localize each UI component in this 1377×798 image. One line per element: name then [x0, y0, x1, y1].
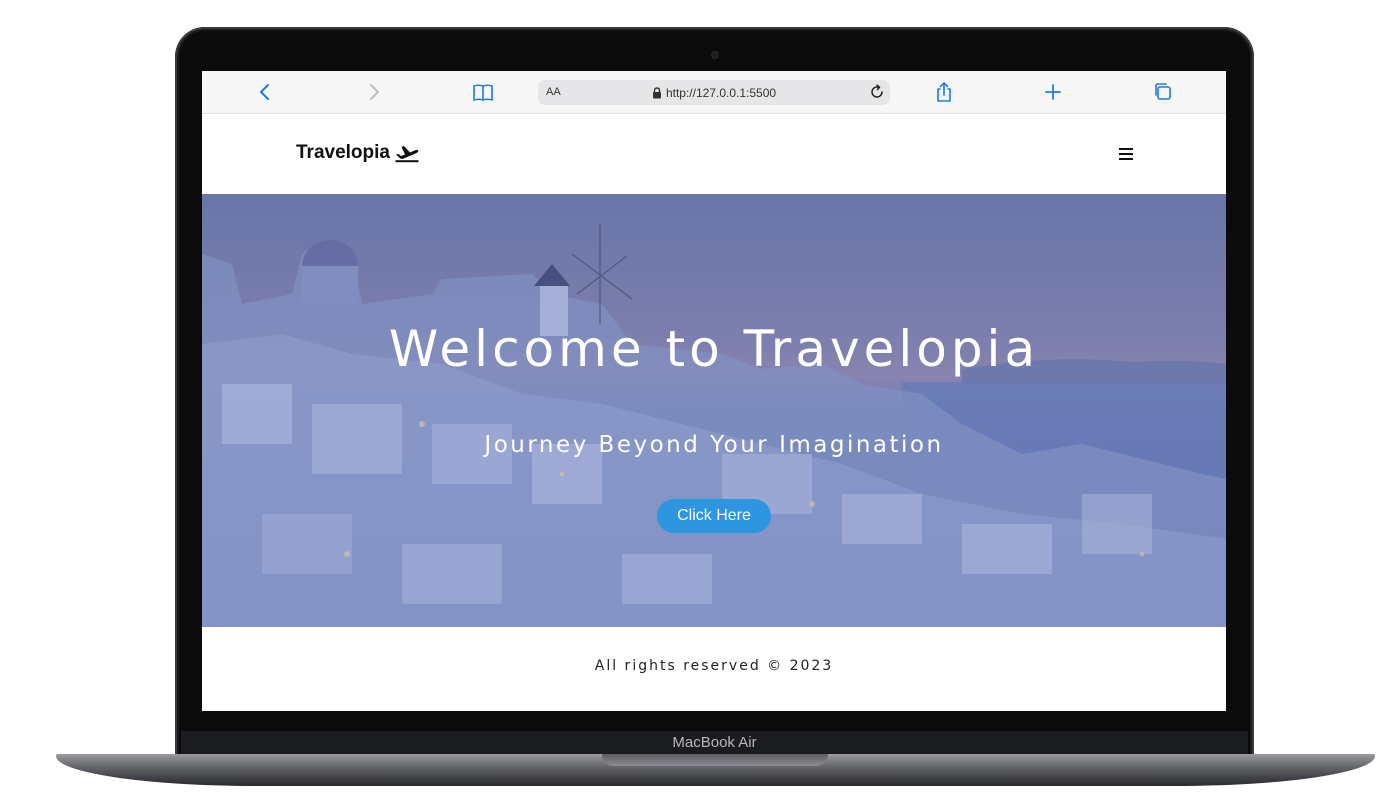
- stage: MacBook Air AA http://127.0.0.1:5500 Tra…: [0, 0, 1377, 798]
- laptop-notch: [602, 754, 828, 766]
- address-bar[interactable]: AA http://127.0.0.1:5500: [538, 80, 890, 105]
- tabs-icon: [1155, 83, 1171, 100]
- tabs-overview-button[interactable]: [1151, 80, 1175, 104]
- laptop-screen: AA http://127.0.0.1:5500 Travelopia Welc…: [202, 71, 1226, 711]
- share-icon: [937, 82, 951, 102]
- hamburger-menu-icon[interactable]: [1116, 144, 1136, 164]
- back-button[interactable]: [253, 80, 277, 104]
- forward-button[interactable]: [362, 80, 386, 104]
- chevron-right-icon: [370, 84, 379, 100]
- hero-subtitle: Journey Beyond Your Imagination: [484, 432, 944, 458]
- browser-toolbar: AA http://127.0.0.1:5500: [202, 71, 1226, 114]
- book-icon: [473, 84, 493, 101]
- new-tab-button[interactable]: [1041, 80, 1065, 104]
- click-here-button[interactable]: Click Here: [657, 499, 771, 533]
- plane-departure-icon: [395, 146, 419, 163]
- bookmarks-button[interactable]: [471, 80, 495, 104]
- hero-title: Welcome to Travelopia: [388, 320, 1040, 378]
- share-button[interactable]: [932, 80, 956, 104]
- hero-section: Welcome to Travelopia Journey Beyond You…: [202, 194, 1226, 627]
- url-text: http://127.0.0.1:5500: [665, 85, 777, 100]
- site-footer: All rights reserved © 2023: [202, 627, 1226, 711]
- footer-copyright: All rights reserved © 2023: [594, 658, 834, 674]
- hero-overlay: [202, 194, 1226, 627]
- brand-name: Travelopia: [296, 142, 390, 163]
- url-container: http://127.0.0.1:5500: [538, 80, 890, 105]
- site-navbar: Travelopia: [202, 114, 1226, 194]
- reload-icon[interactable]: [868, 83, 886, 101]
- plus-icon: [1045, 84, 1061, 100]
- lock-icon: [652, 86, 661, 98]
- camera-icon: [712, 52, 718, 58]
- brand-logo[interactable]: Travelopia: [296, 142, 420, 164]
- chevron-left-icon: [260, 84, 269, 100]
- laptop-model-label: MacBook Air: [672, 734, 757, 751]
